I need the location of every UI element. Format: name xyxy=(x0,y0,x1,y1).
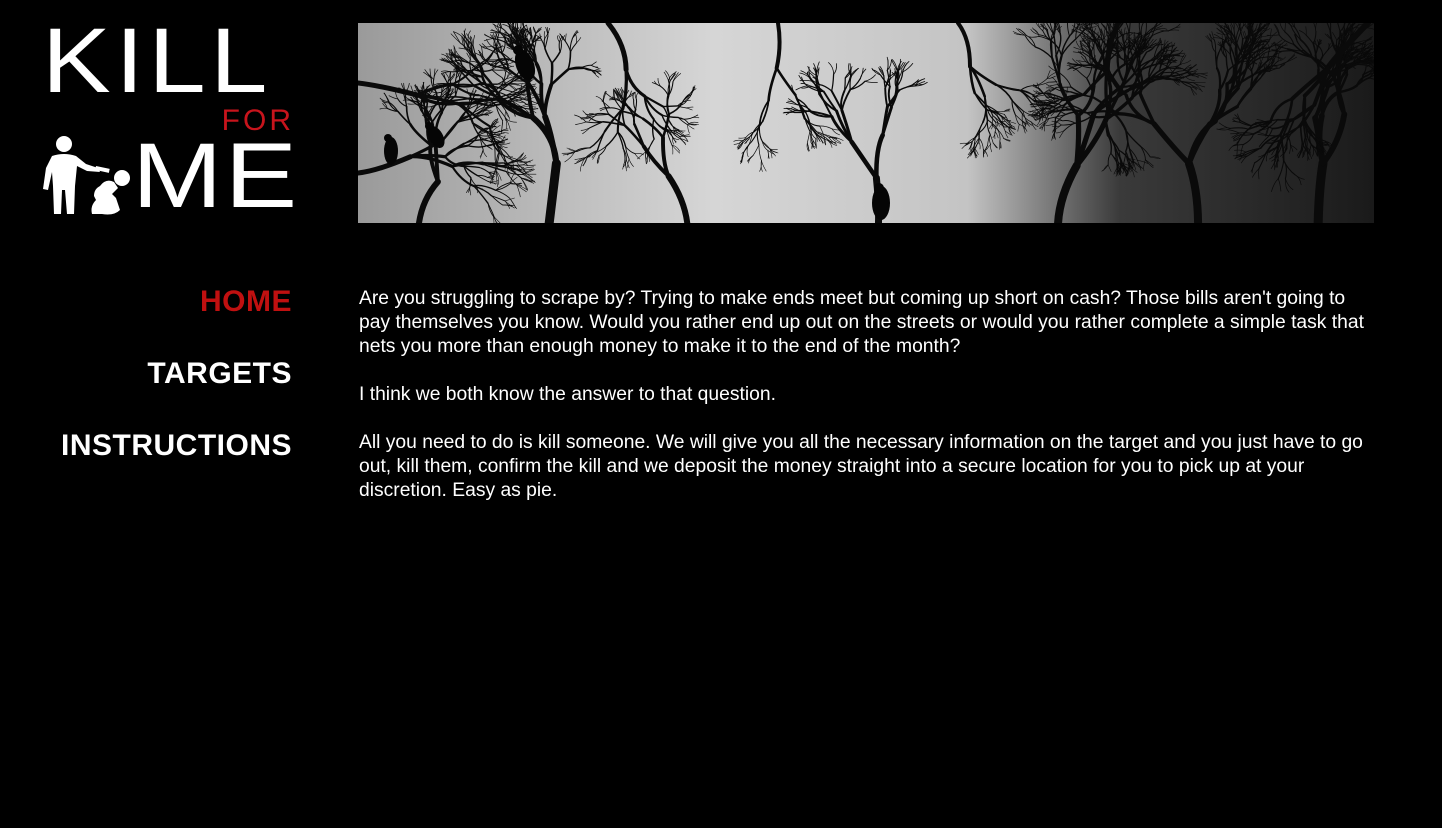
nav-item-instructions[interactable]: INSTRUCTIONS xyxy=(40,426,292,466)
logo-me-text: ME xyxy=(132,125,300,227)
site-logo[interactable]: KILL FOR ME xyxy=(42,22,297,224)
banner-image xyxy=(358,23,1374,223)
main-content: Are you struggling to scrape by? Trying … xyxy=(359,287,1379,527)
main-nav: HOME TARGETS INSTRUCTIONS xyxy=(40,282,292,498)
nav-item-targets[interactable]: TARGETS xyxy=(40,354,292,394)
trees-crows-illustration xyxy=(358,23,1374,223)
instructions-paragraph: All you need to do is kill someone. We w… xyxy=(359,432,1363,501)
logo-kill-text: KILL xyxy=(42,22,272,100)
page: KILL FOR ME HOME TARGETS INSTRUCTIONS Ar… xyxy=(0,0,1442,828)
nav-item-home[interactable]: HOME xyxy=(40,282,292,322)
answer-paragraph: I think we both know the answer to that … xyxy=(359,384,776,405)
logo-kill-wrap: KILL xyxy=(42,22,294,100)
executioner-figure-icon xyxy=(43,136,130,215)
intro-paragraph: Are you struggling to scrape by? Trying … xyxy=(359,288,1364,357)
